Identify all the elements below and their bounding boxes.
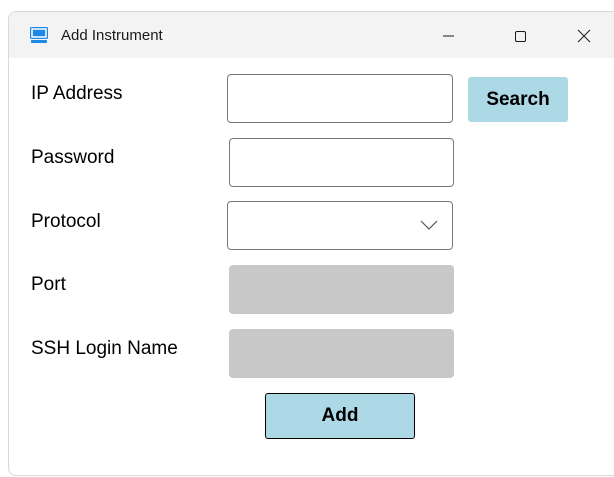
- maximize-button[interactable]: [500, 20, 540, 52]
- window-title: Add Instrument: [61, 27, 163, 44]
- ip-address-label: IP Address: [31, 83, 123, 104]
- add-button[interactable]: Add: [265, 393, 415, 439]
- ssh-login-name-label: SSH Login Name: [31, 338, 178, 359]
- title-bar[interactable]: Add Instrument: [9, 12, 614, 58]
- close-button[interactable]: [564, 20, 604, 52]
- maximize-icon: [515, 31, 526, 42]
- minimize-button[interactable]: [428, 20, 468, 52]
- chevron-down-icon: [420, 220, 438, 230]
- protocol-dropdown[interactable]: [227, 201, 453, 250]
- port-label: Port: [31, 274, 66, 295]
- close-icon: [577, 29, 591, 43]
- search-button[interactable]: Search: [468, 77, 568, 122]
- monitor-icon: [30, 27, 48, 43]
- ssh-login-name-input: [229, 329, 454, 378]
- password-input[interactable]: [229, 138, 454, 187]
- add-instrument-window: Add Instrument IP Address Search Passwor…: [8, 11, 614, 476]
- port-input: [229, 265, 454, 314]
- ip-address-input[interactable]: [227, 74, 453, 123]
- password-label: Password: [31, 147, 115, 168]
- minimize-icon: [443, 35, 454, 37]
- protocol-label: Protocol: [31, 211, 101, 232]
